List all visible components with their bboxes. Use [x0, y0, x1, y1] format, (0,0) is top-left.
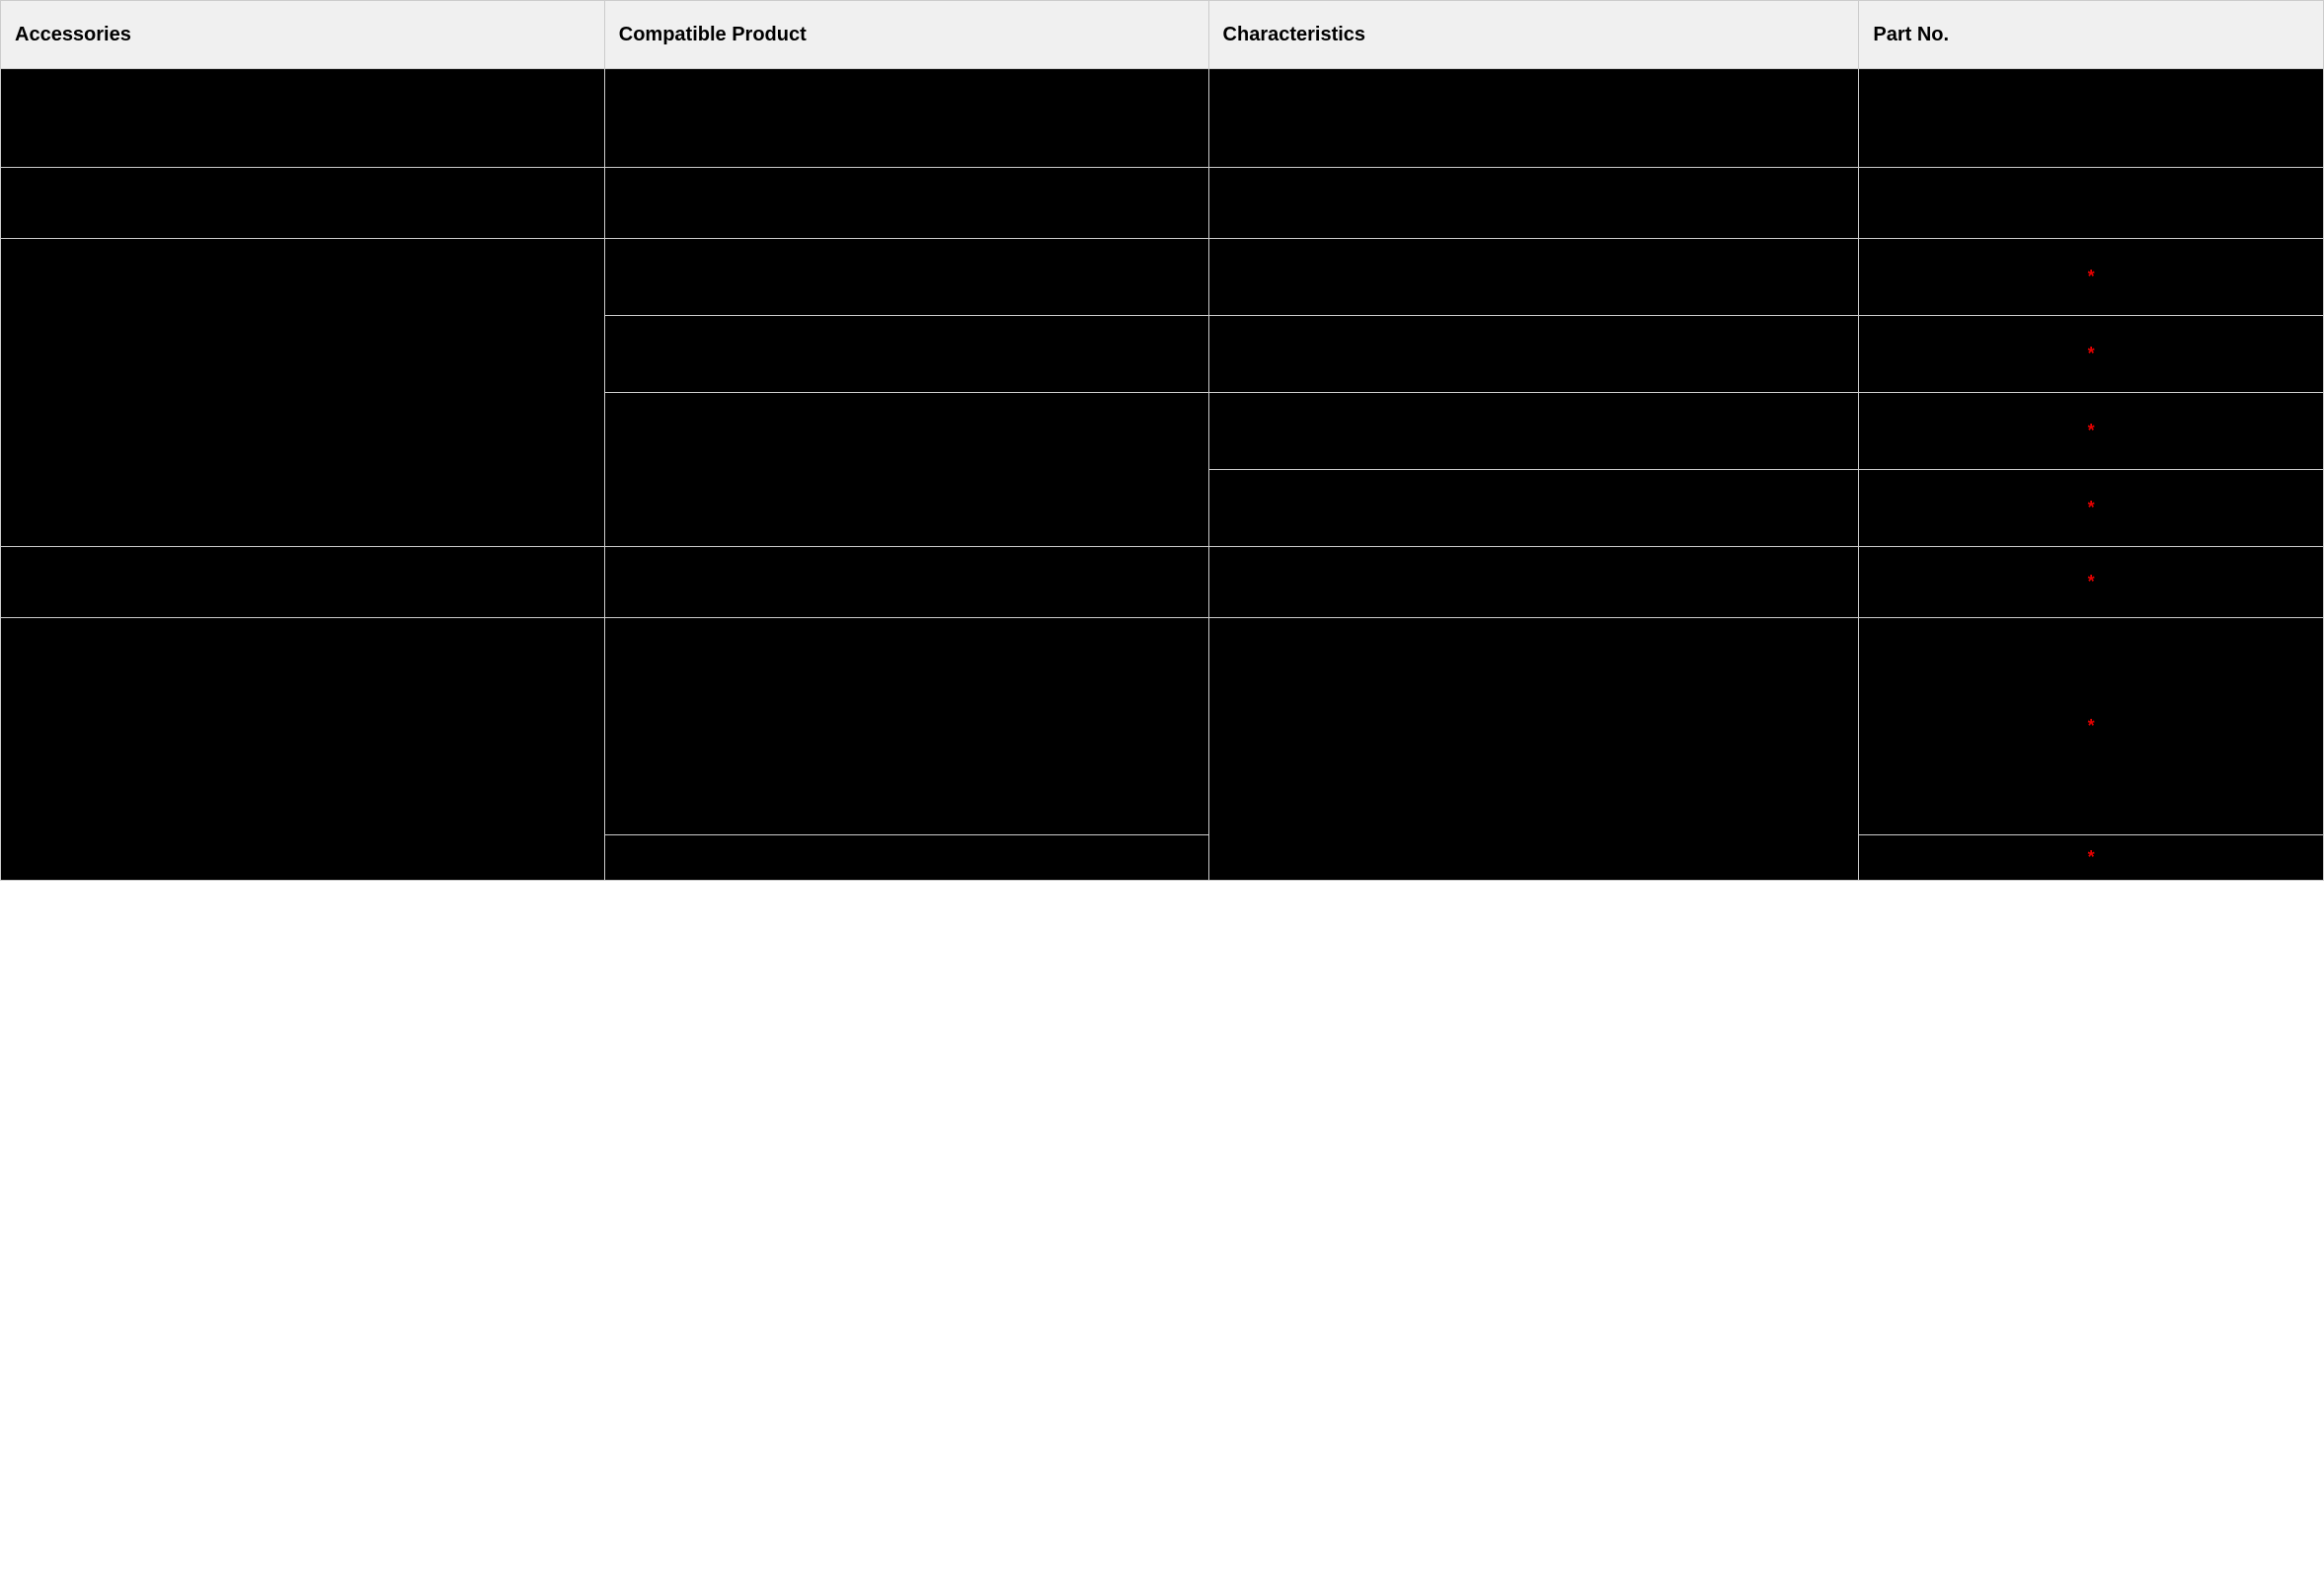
cell-partno: * — [1859, 547, 2324, 618]
cell-accessories — [1, 168, 605, 239]
cell-compatible — [604, 547, 1208, 618]
cell-accessories — [1, 69, 605, 168]
cell-partno: * — [1859, 470, 2324, 547]
cell-compatible — [604, 168, 1208, 239]
asterisk-marker: * — [1873, 572, 2309, 592]
cell-compatible — [604, 69, 1208, 168]
cell-partno: * — [1859, 835, 2324, 881]
cell-characteristics — [1208, 69, 1859, 168]
header-part-no: Part No. — [1859, 1, 2324, 69]
header-characteristics: Characteristics — [1208, 1, 1859, 69]
table-row — [1, 69, 2324, 168]
cell-characteristics — [1208, 470, 1859, 547]
cell-accessories — [1, 618, 605, 881]
asterisk-marker: * — [1873, 716, 2309, 737]
header-accessories: Accessories — [1, 1, 605, 69]
cell-partno: * — [1859, 393, 2324, 470]
asterisk-marker: * — [1873, 344, 2309, 364]
asterisk-marker: * — [1873, 267, 2309, 287]
table-row: * — [1, 547, 2324, 618]
cell-characteristics — [1208, 618, 1859, 881]
header-compatible-product: Compatible Product — [604, 1, 1208, 69]
cell-compatible — [604, 835, 1208, 881]
cell-partno — [1859, 168, 2324, 239]
cell-compatible — [604, 239, 1208, 316]
cell-accessories — [1, 547, 605, 618]
cell-compatible — [604, 316, 1208, 393]
asterisk-marker: * — [1873, 421, 2309, 441]
table-row: * — [1, 618, 2324, 835]
accessories-table: Accessories Compatible Product Character… — [0, 0, 2324, 881]
table-row: * — [1, 239, 2324, 316]
cell-accessories — [1, 239, 605, 547]
cell-characteristics — [1208, 393, 1859, 470]
cell-compatible — [604, 618, 1208, 835]
cell-partno — [1859, 69, 2324, 168]
asterisk-marker: * — [1873, 498, 2309, 518]
table-header-row: Accessories Compatible Product Character… — [1, 1, 2324, 69]
cell-characteristics — [1208, 547, 1859, 618]
cell-compatible — [604, 393, 1208, 547]
cell-partno: * — [1859, 316, 2324, 393]
cell-partno: * — [1859, 239, 2324, 316]
table-row — [1, 168, 2324, 239]
cell-characteristics — [1208, 316, 1859, 393]
asterisk-marker: * — [1873, 847, 2309, 868]
cell-characteristics — [1208, 239, 1859, 316]
cell-partno: * — [1859, 618, 2324, 835]
cell-characteristics — [1208, 168, 1859, 239]
